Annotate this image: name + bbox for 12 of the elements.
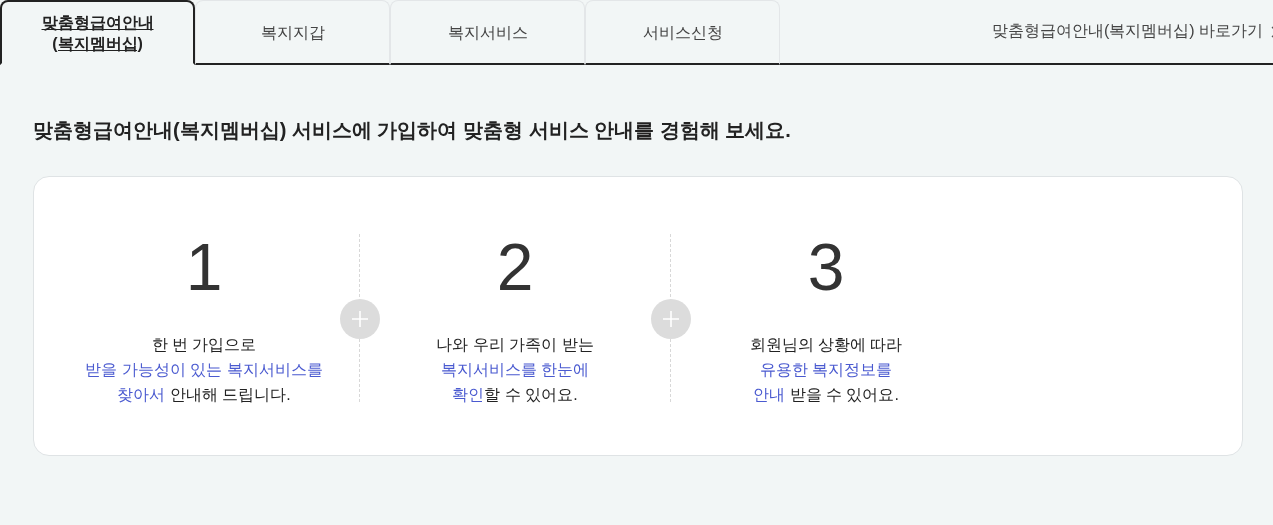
step-number: 1 — [185, 234, 223, 300]
step-description: 나와 우리 가족이 받는 복지서비스를 한눈에 확인할 수 있어요. — [436, 335, 594, 405]
step-number: 2 — [496, 234, 534, 300]
tab[interactable]: 복지지갑 — [195, 0, 390, 65]
step-number: 3 — [807, 234, 845, 300]
page-heading: 맞춤형급여안내(복지멤버십) 서비스에 가입하여 맞춤형 서비스 안내를 경험해 보세요. — [33, 118, 792, 143]
tab[interactable]: 서비스신청 — [585, 0, 780, 65]
tab[interactable]: 복지서비스 — [390, 0, 585, 65]
step-description: 회원님의 상황에 따라 유용한 복지정보를 안내 받을 수 있어요. — [749, 335, 903, 405]
step-description: 한 번 가입으로 받을 가능성이 있는 복지서비스를 찾아서 안내해 드립니다. — [85, 335, 323, 405]
tab[interactable]: 맞춤형급여안내 (복지멤버십) — [0, 0, 195, 65]
shortcut-link[interactable]: 맞춤형급여안내(복지멤버십) 바로가기 — [991, 21, 1263, 42]
